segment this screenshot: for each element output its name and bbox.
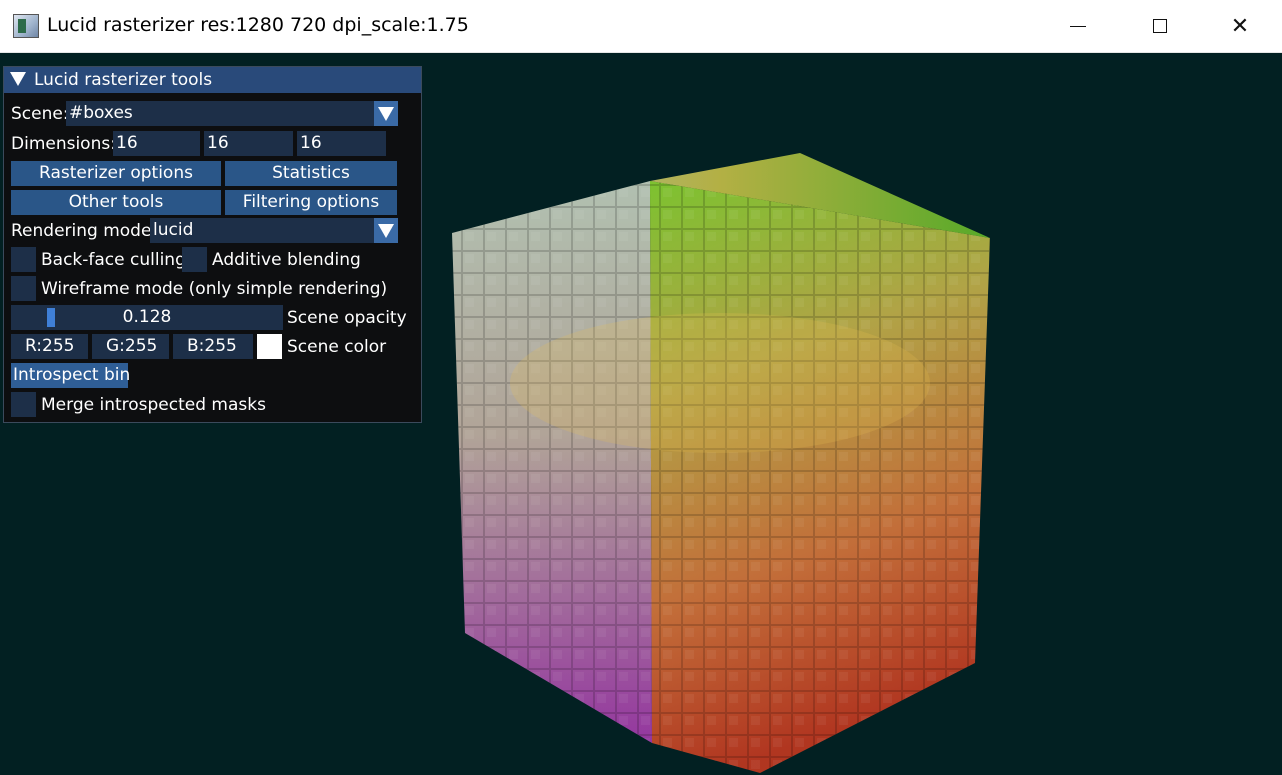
window-title-bar: Lucid rasterizer res:1280 720 dpi_scale:… bbox=[0, 0, 1282, 53]
rasterizer-options-button[interactable]: Rasterizer options bbox=[11, 161, 221, 186]
scene-combo-arrow-icon[interactable] bbox=[374, 101, 398, 126]
scene-opacity-value: 0.128 bbox=[122, 307, 172, 327]
scene-color-r-input[interactable]: R:255 bbox=[11, 334, 88, 359]
collapse-arrow-icon[interactable] bbox=[10, 72, 26, 86]
dimension-y-input[interactable]: 16 bbox=[204, 131, 293, 156]
other-tools-button[interactable]: Other tools bbox=[11, 190, 221, 215]
app-icon bbox=[13, 14, 39, 38]
wireframe-mode-checkbox[interactable] bbox=[11, 276, 36, 301]
minimize-icon bbox=[1070, 25, 1086, 27]
scene-color-swatch[interactable] bbox=[257, 334, 282, 359]
rendering-mode-combo[interactable]: lucid bbox=[150, 218, 374, 243]
panel-title: Lucid rasterizer tools bbox=[34, 70, 213, 90]
dimension-z-input[interactable]: 16 bbox=[297, 131, 386, 156]
scene-color-b-input[interactable]: B:255 bbox=[173, 334, 253, 359]
minimize-button[interactable] bbox=[1038, 0, 1118, 52]
dimensions-label: Dimensions: bbox=[11, 134, 116, 154]
close-button[interactable]: ✕ bbox=[1200, 0, 1280, 52]
additive-blending-checkbox[interactable] bbox=[182, 247, 207, 272]
filtering-options-button[interactable]: Filtering options bbox=[225, 190, 397, 215]
scene-label: Scene: bbox=[11, 104, 69, 124]
merge-introspected-masks-checkbox[interactable] bbox=[11, 392, 36, 417]
scene-color-g-input[interactable]: G:255 bbox=[92, 334, 169, 359]
introspect-bin-button[interactable]: Introspect bin bbox=[11, 363, 130, 388]
scene-color-label: Scene color bbox=[287, 337, 387, 357]
maximize-icon bbox=[1153, 19, 1167, 33]
panel-header[interactable]: Lucid rasterizer tools bbox=[4, 67, 421, 93]
scene-opacity-slider[interactable]: 0.128 bbox=[11, 305, 283, 330]
back-face-culling-checkbox[interactable] bbox=[11, 247, 36, 272]
rendering-mode-arrow-icon[interactable] bbox=[374, 218, 398, 243]
scene-opacity-label: Scene opacity bbox=[287, 308, 407, 328]
dimension-x-input[interactable]: 16 bbox=[113, 131, 200, 156]
additive-blending-label: Additive blending bbox=[212, 250, 361, 270]
statistics-button[interactable]: Statistics bbox=[225, 161, 397, 186]
wireframe-mode-label: Wireframe mode (only simple rendering) bbox=[41, 279, 388, 299]
maximize-button[interactable] bbox=[1120, 0, 1200, 52]
merge-introspected-masks-label: Merge introspected masks bbox=[41, 395, 266, 415]
rendering-mode-label: Rendering mode bbox=[11, 221, 152, 241]
tools-panel: Lucid rasterizer tools Scene: #boxes Dim… bbox=[3, 66, 422, 423]
scene-combo[interactable]: #boxes bbox=[66, 101, 374, 126]
close-icon: ✕ bbox=[1230, 13, 1250, 39]
back-face-culling-label: Back-face culling bbox=[41, 250, 186, 270]
window-title: Lucid rasterizer res:1280 720 dpi_scale:… bbox=[47, 14, 469, 36]
